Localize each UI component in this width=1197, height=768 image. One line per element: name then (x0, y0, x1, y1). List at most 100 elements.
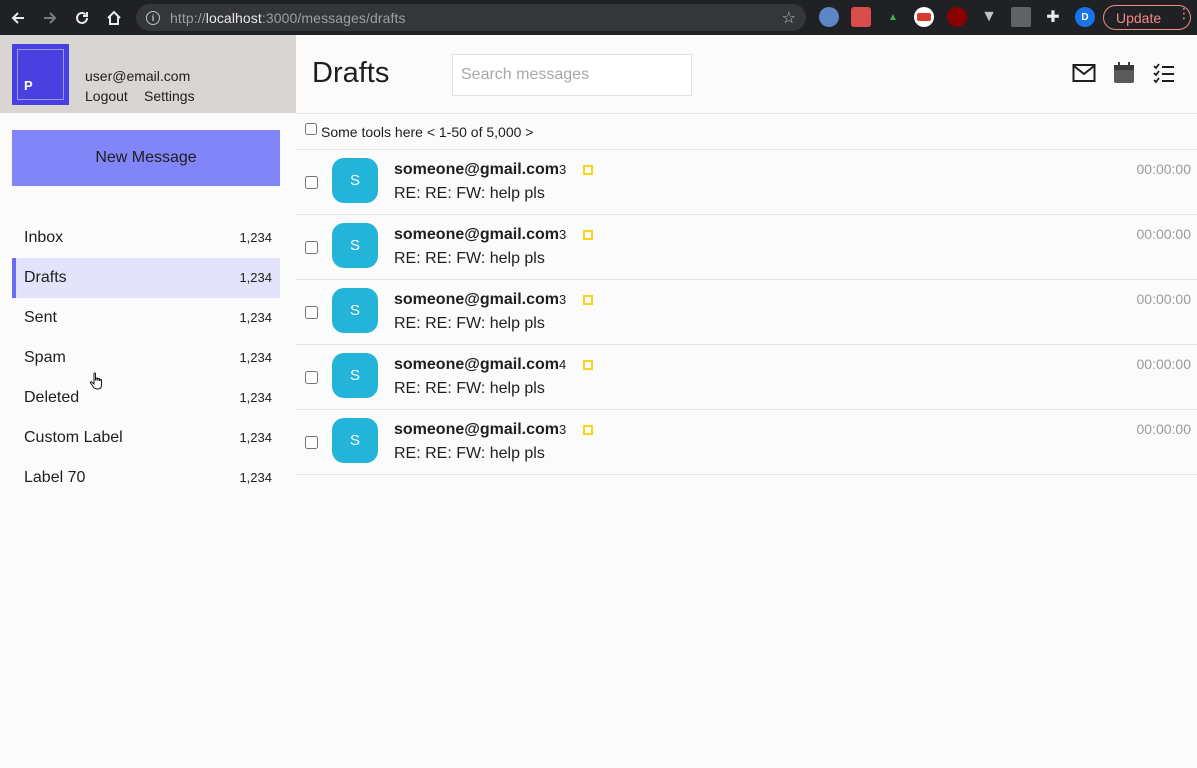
label-count: 1,234 (239, 270, 272, 285)
table-row[interactable]: S someone@gmail.com3 RE: RE: FW: help pl… (296, 215, 1197, 280)
extension-icon[interactable] (851, 7, 871, 27)
back-icon[interactable] (2, 0, 34, 35)
message-time: 00:00:00 (1136, 356, 1192, 372)
sender-text: someone@gmail.com (394, 226, 559, 243)
update-button[interactable]: Update ⋮ (1103, 5, 1191, 30)
account-email: user@email.com (85, 68, 191, 84)
toolbar-text: Some tools here < 1-50 of 5,000 > (321, 123, 534, 140)
address-bar[interactable]: i http://localhost:3000/messages/drafts … (136, 4, 806, 31)
row-checkbox[interactable] (305, 176, 318, 189)
main-content: Drafts Some tools here < 1-50 of 5,000 >… (296, 35, 1197, 768)
sidebar-item-sent[interactable]: Sent 1,234 (12, 298, 280, 338)
thread-count: 3 (558, 162, 567, 177)
avatar-letter: P (24, 78, 33, 93)
search-input[interactable] (452, 54, 692, 96)
label-name: Custom Label (24, 429, 123, 446)
extension-icon[interactable] (819, 7, 839, 27)
forward-icon[interactable] (34, 0, 66, 35)
puzzle-icon[interactable]: ✚ (1043, 7, 1063, 27)
label-count: 1,234 (239, 470, 272, 485)
sidebar-item-label-70[interactable]: Label 70 1,234 (12, 458, 280, 498)
sender-email: someone@gmail.com3 (394, 226, 566, 244)
sender-avatar: S (332, 288, 378, 333)
home-icon[interactable] (98, 0, 130, 35)
label-count: 1,234 (239, 430, 272, 445)
label-name: Sent (24, 309, 57, 326)
profile-avatar[interactable]: D (1075, 7, 1095, 27)
message-subject: RE: RE: FW: help pls (394, 250, 545, 267)
select-all-checkbox[interactable] (305, 123, 317, 135)
message-subject: RE: RE: FW: help pls (394, 380, 545, 397)
mail-icon[interactable] (1072, 62, 1096, 84)
sender-text: someone@gmail.com (394, 421, 559, 438)
flag-icon[interactable] (583, 360, 593, 370)
message-subject: RE: RE: FW: help pls (394, 445, 545, 462)
flag-icon[interactable] (583, 425, 593, 435)
sender-text: someone@gmail.com (394, 161, 559, 178)
main-header: Drafts (296, 35, 1197, 114)
label-name: Label 70 (24, 469, 86, 486)
password-manager-icon[interactable] (914, 7, 934, 27)
label-list: Inbox 1,234 Drafts 1,234 Sent 1,234 Spam 1,2… (12, 218, 280, 498)
extension-icon[interactable]: ▼ (979, 7, 999, 27)
sender-email: someone@gmail.com3 (394, 421, 566, 439)
new-message-button[interactable]: New Message (12, 130, 280, 186)
row-checkbox[interactable] (305, 371, 318, 384)
avatar[interactable]: P (12, 44, 69, 105)
sender-email: someone@gmail.com3 (394, 161, 566, 179)
table-row[interactable]: S someone@gmail.com4 RE: RE: FW: help pl… (296, 345, 1197, 410)
page-title: Drafts (312, 57, 390, 89)
label-count: 1,234 (239, 390, 272, 405)
sender-avatar: S (332, 353, 378, 398)
sidebar-item-spam[interactable]: Spam 1,234 (12, 338, 280, 378)
message-time: 00:00:00 (1136, 161, 1192, 177)
message-list: S someone@gmail.com3 RE: RE: FW: help pl… (296, 150, 1197, 475)
sidebar-item-custom-label[interactable]: Custom Label 1,234 (12, 418, 280, 458)
table-row[interactable]: S someone@gmail.com3 RE: RE: FW: help pl… (296, 280, 1197, 345)
sidebar-item-inbox[interactable]: Inbox 1,234 (12, 218, 280, 258)
ublock-icon[interactable] (947, 7, 967, 27)
message-time: 00:00:00 (1136, 226, 1192, 242)
hand-cursor-icon (89, 372, 102, 390)
site-info-icon[interactable]: i (146, 10, 160, 25)
label-name: Drafts (24, 269, 67, 286)
sender-email: someone@gmail.com3 (394, 291, 566, 309)
row-checkbox[interactable] (305, 241, 318, 254)
thread-count: 3 (558, 227, 567, 242)
account-panel: P user@email.com Logout Settings (0, 35, 296, 113)
menu-dots-icon: ⋮ (1177, 5, 1191, 21)
calendar-icon[interactable] (1112, 62, 1136, 84)
settings-link[interactable]: Settings (144, 88, 195, 104)
row-checkbox[interactable] (305, 306, 318, 319)
flag-icon[interactable] (583, 165, 593, 175)
sidebar-item-drafts[interactable]: Drafts 1,234 (12, 258, 280, 298)
flag-icon[interactable] (583, 230, 593, 240)
label-count: 1,234 (239, 230, 272, 245)
sender-avatar: S (332, 418, 378, 463)
tasks-icon[interactable] (1152, 62, 1176, 84)
thread-count: 3 (558, 422, 567, 437)
thread-count: 3 (558, 292, 567, 307)
update-label: Update (1116, 9, 1162, 26)
label-count: 1,234 (239, 310, 272, 325)
sender-avatar: S (332, 223, 378, 268)
message-toolbar: Some tools here < 1-50 of 5,000 > (296, 114, 1197, 150)
extension-icon[interactable]: ▲ (883, 7, 903, 27)
table-row[interactable]: S someone@gmail.com3 RE: RE: FW: help pl… (296, 150, 1197, 215)
flag-icon[interactable] (583, 295, 593, 305)
bookmark-star-icon[interactable]: ☆ (782, 8, 796, 28)
url-text: http://localhost:3000/messages/drafts (170, 9, 406, 26)
logout-link[interactable]: Logout (85, 88, 128, 104)
browser-toolbar: i http://localhost:3000/messages/drafts … (0, 0, 1197, 35)
reload-icon[interactable] (66, 0, 98, 35)
extension-icon[interactable] (1011, 7, 1031, 27)
sidebar-item-deleted[interactable]: Deleted 1,234 (12, 378, 280, 418)
label-count: 1,234 (239, 350, 272, 365)
message-time: 00:00:00 (1136, 291, 1192, 307)
table-row[interactable]: S someone@gmail.com3 RE: RE: FW: help pl… (296, 410, 1197, 475)
sender-avatar: S (332, 158, 378, 203)
row-checkbox[interactable] (305, 436, 318, 449)
message-subject: RE: RE: FW: help pls (394, 315, 545, 332)
sender-email: someone@gmail.com4 (394, 356, 566, 374)
sidebar: P user@email.com Logout Settings New Mes… (0, 35, 296, 768)
